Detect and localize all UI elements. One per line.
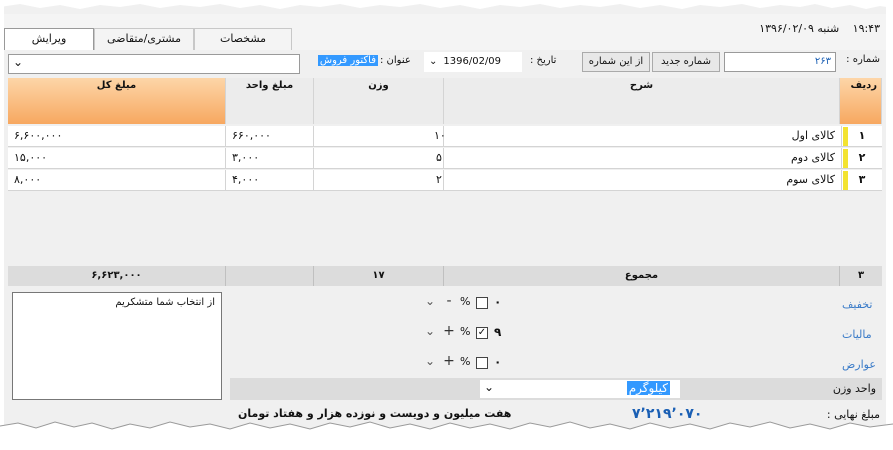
chevron-down-icon[interactable]: ⌄ [422,354,438,370]
torn-edge-bottom [0,421,893,450]
tax-value[interactable]: ۹ [494,325,501,339]
cell-unit-price: ۳,۰۰۰ [226,148,314,169]
chevron-down-icon: ⌄ [429,56,438,67]
table-row[interactable]: ۸,۰۰۰ ۴,۰۰۰ ۲ کالای سوم ۳ [8,170,882,191]
clock-date: شنبه ۱۳۹۶/۰۲/۰۹ [759,22,840,35]
cell-row-num: ۱ [842,126,882,147]
tab-details[interactable]: مشخصات [194,28,292,50]
duties-plus-button[interactable]: + [440,353,458,371]
clock-readout: ۱۹:۴۳ شنبه ۱۳۹۶/۰۲/۰۹ [749,22,880,35]
tax-percent-sign: % [460,325,471,338]
cell-weight: ۱۰ [314,126,446,147]
tab-customer[interactable]: مشتری/متقاضی [94,28,194,50]
tab-edit[interactable]: ویرایش [4,28,94,50]
date-label: تاریخ : [530,55,557,66]
top-info-bar: ۱۹:۴۳ شنبه ۱۳۹۶/۰۲/۰۹ ویرایش مشتری/متقاض… [4,14,886,50]
cell-row-num: ۲ [842,148,882,169]
duties-value[interactable]: ۰ [494,355,501,369]
tax-label[interactable]: مالیات [842,328,872,341]
number-field[interactable]: ۲۶۳ [724,52,836,72]
weight-unit-label: واحد وزن [832,382,876,395]
chevron-down-icon[interactable]: ⌄ [422,294,438,310]
search-combobox[interactable]: ⌄ [8,54,300,74]
invoice-window: ۱۹:۴۳ شنبه ۱۳۹۶/۰۲/۰۹ ویرایش مشتری/متقاض… [4,4,886,440]
total-unit-blank [226,266,314,286]
row-marker [843,149,848,168]
torn-edge-top [0,0,893,9]
cell-total: ۱۵,۰۰۰ [8,148,226,169]
col-weight-header[interactable]: وزن [314,78,444,124]
final-words: هفت میلیون و دویست و نوزده هزار و هفتاد … [238,407,512,420]
cell-total: ۸,۰۰۰ [8,170,226,191]
total-amount: ۶,۶۲۳,۰۰۰ [8,266,226,286]
tax-row: ⌄ + % ✓ ۹ [420,323,530,342]
from-number-button[interactable]: از این شماره [582,52,650,72]
cell-weight: ۲ [314,170,444,191]
total-count: ۳ [857,270,865,281]
cell-row-num: ۳ [842,170,882,191]
row-marker [843,127,848,146]
cell-weight: ۵ [314,148,444,169]
cell-desc: کالای اول [444,126,842,147]
weight-unit-value: کیلوگرم [626,381,670,395]
items-grid: مبلغ کل مبلغ واحد وزن شرح ردیف ۶,۶۰۰,۰۰۰… [8,78,882,264]
duties-label[interactable]: عوارض [842,358,876,371]
col-total-header[interactable]: مبلغ کل [8,78,226,124]
cell-unit-price: ۴,۰۰۰ [226,170,314,191]
col-unit-price-header[interactable]: مبلغ واحد [226,78,314,124]
weight-unit-bar: واحد وزن ⌄ کیلوگرم [230,378,882,400]
totals-row: ۶,۶۲۳,۰۰۰ ۱۷ مجموع ۳ [8,266,882,286]
discount-minus-button[interactable]: - [440,293,458,311]
discount-label[interactable]: تخفیف [842,298,872,311]
total-weight: ۱۷ [314,266,444,286]
duties-row: ⌄ + % ۰ [420,353,530,372]
chevron-down-icon: ⌄ [13,55,24,69]
tax-plus-button[interactable]: + [440,323,458,341]
title-label: عنوان : [380,55,411,66]
discount-checkbox[interactable] [476,297,488,309]
cell-desc: کالای دوم [444,148,842,169]
cell-desc: کالای سوم [444,170,842,191]
chevron-down-icon: ⌄ [484,380,495,394]
col-desc-header[interactable]: شرح [444,78,840,124]
title-field[interactable]: فاکتور فروش [308,52,378,72]
tax-checkbox[interactable]: ✓ [476,327,488,339]
tab-strip: ویرایش مشتری/متقاضی مشخصات [4,28,292,50]
new-number-button[interactable]: شماره جدید [652,52,720,72]
discount-row: ⌄ - % ۰ [420,293,530,312]
chevron-down-icon[interactable]: ⌄ [422,324,438,340]
col-row-header[interactable]: ردیف [840,78,882,124]
discount-percent-sign: % [460,295,471,308]
table-row[interactable]: ۱۵,۰۰۰ ۳,۰۰۰ ۵ کالای دوم ۲ [8,148,882,169]
duties-percent-sign: % [460,355,471,368]
discount-value[interactable]: ۰ [494,295,501,309]
date-picker[interactable]: ⌄ 1396/02/09 [424,52,522,72]
row-marker [843,171,848,190]
title-value: فاکتور فروش [317,55,378,66]
cell-total: ۶,۶۰۰,۰۰۰ [8,126,226,147]
weight-unit-combobox[interactable]: ⌄ کیلوگرم [480,380,680,398]
number-label: شماره : [846,54,880,65]
clock-time: ۱۹:۴۳ [852,22,880,35]
date-value: 1396/02/09 [443,56,502,67]
duties-checkbox[interactable] [476,357,488,369]
cell-unit-price: ۶۶۰,۰۰۰ [226,126,314,147]
note-textarea[interactable]: از انتخاب شما متشکریم [12,292,222,400]
table-row[interactable]: ۶,۶۰۰,۰۰۰ ۶۶۰,۰۰۰ ۱۰ کالای اول ۱ [8,126,882,147]
total-label: مجموع [444,266,840,286]
